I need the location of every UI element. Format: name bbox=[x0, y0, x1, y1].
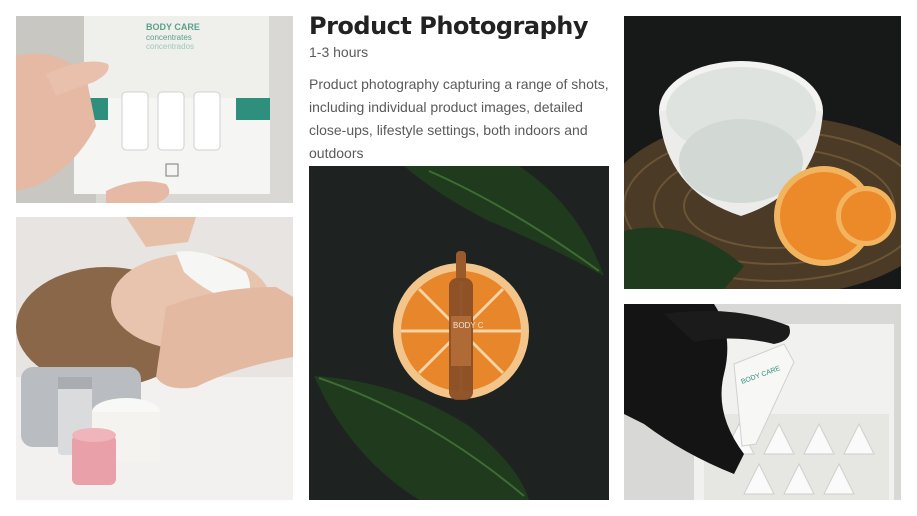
photo-ampoule-orange: BODY C bbox=[309, 166, 609, 500]
photo-facial-treatment bbox=[16, 217, 293, 500]
box-line2-text: concentrados bbox=[146, 42, 194, 51]
box-brand-text: BODY CARE bbox=[146, 22, 200, 32]
photo-gloved-tube: BODY CARE bbox=[624, 304, 901, 500]
box-line1-text: concentrates bbox=[146, 33, 192, 42]
photo-powder-bowl bbox=[624, 16, 901, 289]
duration-text: 1-3 hours bbox=[309, 44, 369, 60]
photo-product-box: BODY CARE concentrates concentrados bbox=[16, 16, 293, 203]
page-title: Product Photography bbox=[309, 12, 588, 40]
ampoule-label-text: BODY C bbox=[453, 321, 484, 330]
description-text: Product photography capturing a range of… bbox=[309, 76, 609, 161]
